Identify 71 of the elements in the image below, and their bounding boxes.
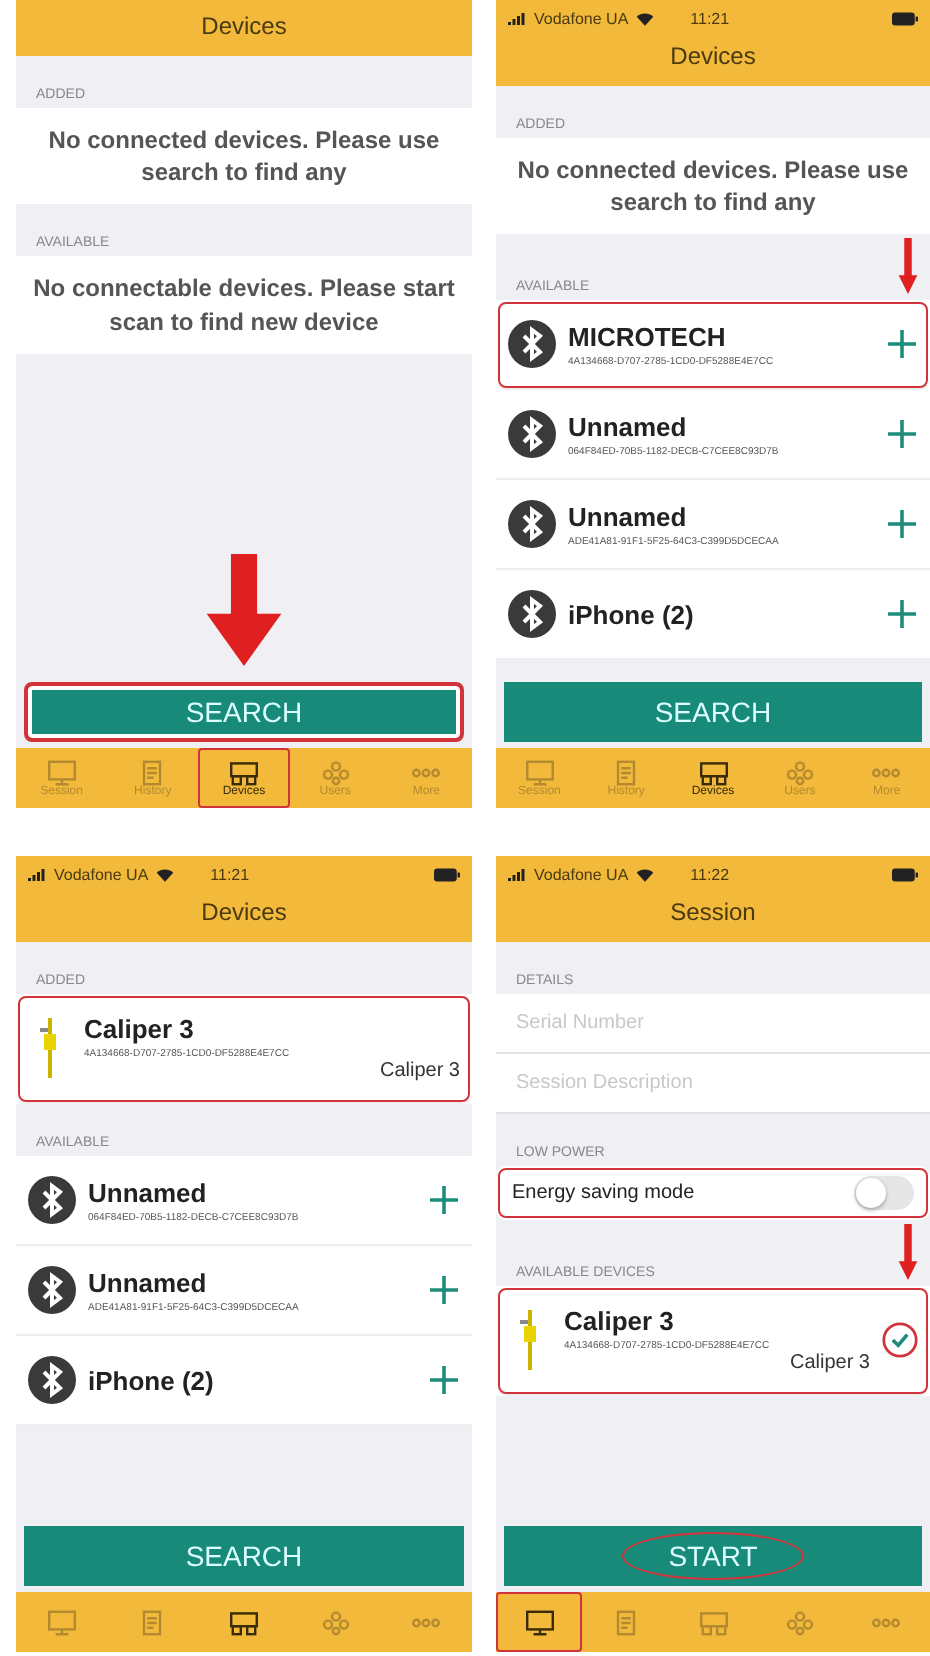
plus-icon[interactable] — [886, 508, 918, 541]
battery-icon — [892, 11, 918, 25]
carrier-name: Vodafone UA — [534, 9, 629, 27]
bluetooth-icon — [508, 500, 556, 549]
device-row[interactable]: iPhone (2) — [16, 1336, 472, 1426]
bluetooth-icon — [508, 410, 556, 459]
device-name: iPhone (2) — [88, 1365, 216, 1395]
plus-icon[interactable] — [428, 1364, 460, 1396]
action-button[interactable]: SEARCH — [24, 682, 464, 742]
device-name: MICROTECH — [568, 321, 728, 352]
action-button[interactable]: SEARCH — [504, 682, 922, 742]
device-alias: Caliper 3 — [379, 1060, 460, 1082]
tab-icon — [45, 759, 78, 785]
caliper-icon — [40, 1018, 60, 1078]
tab-icon — [227, 759, 260, 785]
tab-icon — [45, 1609, 78, 1635]
caliper-icon — [520, 1310, 540, 1370]
screen-title: Devices — [668, 40, 758, 74]
tab-icon — [319, 1609, 352, 1635]
battery-icon — [892, 867, 918, 881]
device-name: Unnamed — [568, 411, 689, 442]
status-time: 11:21 — [210, 865, 250, 883]
tab-icon — [227, 1609, 260, 1635]
bluetooth-icon — [508, 320, 556, 369]
signal-icon — [508, 867, 526, 881]
signal-icon — [28, 867, 46, 881]
toggle-switch[interactable] — [854, 1176, 914, 1210]
wifi-icon — [636, 11, 655, 25]
status-time: 11:22 — [690, 865, 730, 883]
plus-icon[interactable] — [886, 598, 918, 631]
carrier-name: Vodafone UA — [54, 865, 149, 883]
setting-label: Energy saving mode — [512, 1182, 697, 1204]
empty-message: No connected devices. Please use search to find any — [496, 138, 930, 235]
bluetooth-icon — [28, 1176, 76, 1224]
status-time: 11:21 — [690, 9, 730, 27]
tab-icon — [319, 759, 352, 785]
bluetooth-icon — [508, 590, 556, 639]
screen-title: Devices — [199, 896, 289, 930]
wifi-icon — [156, 867, 175, 881]
battery-icon — [434, 867, 460, 881]
tab-icon — [783, 759, 816, 785]
action-button[interactable]: SEARCH — [24, 1526, 464, 1586]
plus-icon[interactable] — [886, 418, 918, 451]
device-row[interactable]: iPhone (2) — [496, 570, 930, 661]
tab-icon — [783, 1609, 816, 1635]
tab-icon — [697, 1609, 730, 1635]
wifi-icon — [636, 867, 655, 881]
bluetooth-icon — [28, 1356, 76, 1404]
empty-message: No connected devices. Please use search to find any — [16, 108, 472, 205]
device-name: iPhone (2) — [568, 599, 696, 630]
tab-icon — [523, 759, 556, 785]
signal-icon — [508, 11, 526, 25]
device-name: Unnamed — [88, 1177, 209, 1207]
device-alias: Caliper 3 — [789, 1352, 870, 1374]
plus-icon[interactable] — [428, 1274, 460, 1306]
device-name: Unnamed — [568, 501, 689, 532]
tab-item[interactable] — [496, 1592, 583, 1652]
tab-icon — [697, 759, 730, 785]
check-icon[interactable] — [882, 1322, 918, 1358]
bluetooth-icon — [28, 1266, 76, 1314]
device-name: Caliper 3 — [564, 1306, 676, 1336]
plus-icon[interactable] — [886, 328, 918, 361]
device-name: Unnamed — [88, 1267, 209, 1297]
action-button[interactable]: START — [504, 1526, 922, 1586]
empty-message: No connectable devices. Please start scan to find new device — [16, 256, 472, 354]
screen-title: Session — [668, 896, 758, 930]
device-name: Caliper 3 — [84, 1014, 196, 1044]
screen-title: Devices — [199, 10, 289, 44]
tab-icon — [523, 1609, 556, 1635]
plus-icon[interactable] — [428, 1184, 460, 1216]
carrier-name: Vodafone UA — [534, 865, 629, 883]
